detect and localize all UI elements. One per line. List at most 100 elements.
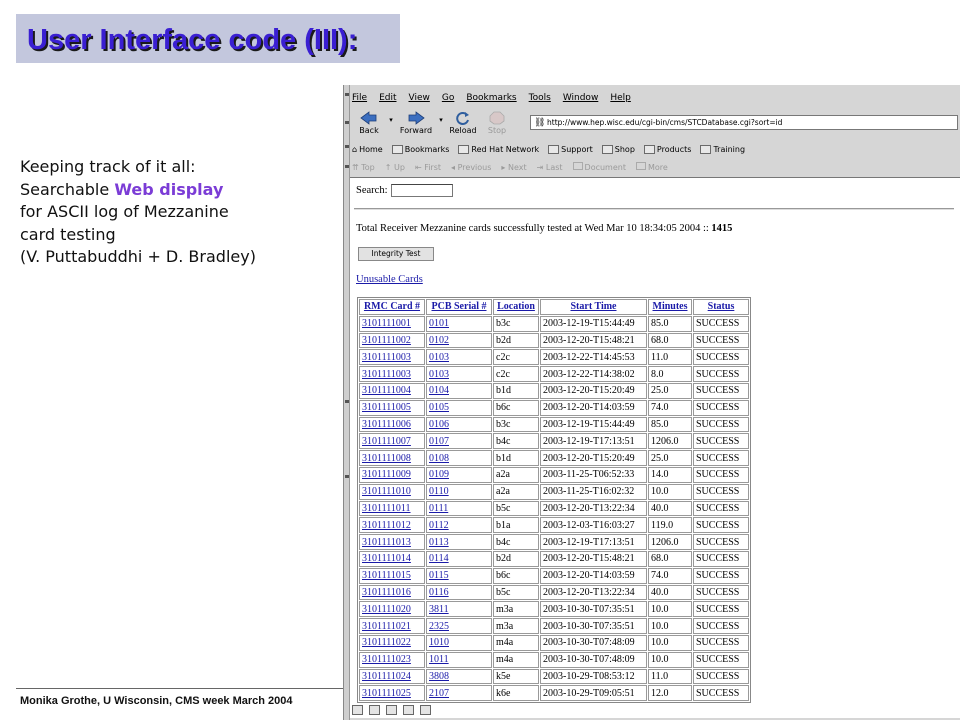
bookmark-products[interactable]: Products	[643, 144, 691, 154]
cell-rmc-card[interactable]: 3101111006	[359, 416, 425, 433]
bookmark-shop[interactable]: Shop	[601, 144, 635, 154]
header-rmc-card[interactable]: RMC Card #	[359, 299, 425, 315]
cell-rmc-card[interactable]: 3101111001	[359, 315, 425, 332]
cell-pcb-serial[interactable]: 0114	[426, 550, 492, 567]
cell-rmc-card[interactable]: 3101111003	[359, 366, 425, 382]
url-bar[interactable]: ⛓ http://www.hep.wisc.edu/cgi-bin/cms/ST…	[530, 115, 958, 130]
bookmark-support[interactable]: Support	[548, 144, 593, 154]
menu-edit[interactable]: Edit	[379, 93, 396, 103]
cell-start-time: 2003-10-29-T09:05:51	[540, 685, 647, 702]
cell-rmc-card[interactable]: 3101111005	[359, 399, 425, 416]
cell-rmc-card[interactable]: 3101111016	[359, 584, 425, 601]
unusable-cards-link[interactable]: Unusable Cards	[356, 274, 423, 285]
header-pcb-serial[interactable]: PCB Serial #	[426, 299, 492, 315]
back-dropdown-icon[interactable]: ▾	[386, 116, 396, 124]
bookmark-red-hat-network[interactable]: Red Hat Network	[458, 144, 539, 154]
cell-pcb-serial[interactable]: 1010	[426, 634, 492, 651]
cell-rmc-card[interactable]: 3101111008	[359, 450, 425, 466]
header-status[interactable]: Status	[693, 299, 749, 315]
cell-rmc-card[interactable]: 3101111004	[359, 382, 425, 399]
menu-tools[interactable]: Tools	[529, 93, 551, 103]
search-input[interactable]	[390, 184, 453, 197]
cell-pcb-serial[interactable]: 2325	[426, 618, 492, 634]
description-line-3: for ASCII log of Mezzanine	[20, 202, 229, 221]
cell-rmc-card[interactable]: 3101111007	[359, 433, 425, 450]
cell-pcb-serial[interactable]: 0108	[426, 450, 492, 466]
menu-view[interactable]: View	[409, 93, 430, 103]
cell-rmc-card[interactable]: 3101111022	[359, 634, 425, 651]
site-navigation-bar: ⇈ Top ↑ Up ⇤ First ◂ Previous ▸ Next ⇥ L…	[352, 160, 668, 174]
header-location[interactable]: Location	[493, 299, 539, 315]
irc-icon[interactable]	[420, 705, 431, 715]
menu-file[interactable]: File	[352, 93, 367, 103]
cell-rmc-card[interactable]: 3101111010	[359, 483, 425, 500]
sitenav-first[interactable]: ⇤ First	[415, 163, 441, 172]
cell-status: SUCCESS	[693, 651, 749, 668]
sitenav-top[interactable]: ⇈ Top	[352, 163, 375, 172]
sitenav-next[interactable]: ▸ Next	[501, 163, 526, 172]
sitenav-document[interactable]: Document	[572, 162, 626, 172]
header-minutes[interactable]: Minutes	[648, 299, 692, 315]
cell-rmc-card[interactable]: 3101111013	[359, 534, 425, 550]
cell-rmc-card[interactable]: 3101111014	[359, 550, 425, 567]
address-book-icon[interactable]	[403, 705, 414, 715]
cell-pcb-serial[interactable]: 0106	[426, 416, 492, 433]
header-start-time[interactable]: Start Time	[540, 299, 647, 315]
stop-icon	[488, 111, 506, 125]
cell-pcb-serial[interactable]: 1011	[426, 651, 492, 668]
cell-rmc-card[interactable]: 3101111023	[359, 651, 425, 668]
cell-pcb-serial[interactable]: 0104	[426, 382, 492, 399]
cell-rmc-card[interactable]: 3101111009	[359, 466, 425, 483]
sitenav-previous[interactable]: ◂ Previous	[451, 163, 491, 172]
composer-icon[interactable]	[386, 705, 397, 715]
cell-pcb-serial[interactable]: 0111	[426, 500, 492, 517]
cell-pcb-serial[interactable]: 0103	[426, 349, 492, 366]
cell-rmc-card[interactable]: 3101111002	[359, 332, 425, 349]
menu-help[interactable]: Help	[610, 93, 631, 103]
cell-pcb-serial[interactable]: 0113	[426, 534, 492, 550]
cell-rmc-card[interactable]: 3101111020	[359, 601, 425, 618]
bookmark-bookmarks[interactable]: Bookmarks	[391, 144, 449, 154]
cell-rmc-card[interactable]: 3101111015	[359, 567, 425, 584]
stop-button[interactable]: Stop	[480, 111, 514, 135]
folder-icon	[548, 144, 560, 154]
cell-pcb-serial[interactable]: 0101	[426, 315, 492, 332]
summary-count: 1415	[711, 223, 733, 234]
integrity-test-button[interactable]: Integrity Test	[358, 247, 434, 261]
cell-pcb-serial[interactable]: 0116	[426, 584, 492, 601]
cell-rmc-card[interactable]: 3101111003	[359, 349, 425, 366]
sitenav-last[interactable]: ⇥ Last	[537, 163, 563, 172]
cell-pcb-serial[interactable]: 0109	[426, 466, 492, 483]
cell-rmc-card[interactable]: 3101111012	[359, 517, 425, 534]
cell-pcb-serial[interactable]: 2107	[426, 685, 492, 702]
bookmark-home[interactable]: ⌂ Home	[352, 145, 383, 154]
menu-go[interactable]: Go	[442, 93, 454, 103]
cell-status: SUCCESS	[693, 315, 749, 332]
navigator-icon[interactable]	[352, 705, 363, 715]
cell-pcb-serial[interactable]: 0102	[426, 332, 492, 349]
cell-pcb-serial[interactable]: 0103	[426, 366, 492, 382]
menu-window[interactable]: Window	[563, 93, 599, 103]
cell-pcb-serial[interactable]: 0107	[426, 433, 492, 450]
cell-start-time: 2003-12-20-T15:48:21	[540, 332, 647, 349]
back-button[interactable]: Back	[352, 111, 386, 135]
forward-button[interactable]: Forward	[396, 111, 436, 135]
reload-button[interactable]: Reload	[446, 111, 480, 135]
sitenav-up[interactable]: ↑ Up	[385, 163, 405, 172]
forward-dropdown-icon[interactable]: ▾	[436, 116, 446, 124]
cell-rmc-card[interactable]: 3101111024	[359, 668, 425, 685]
menu-bookmarks[interactable]: Bookmarks	[466, 93, 516, 103]
cell-pcb-serial[interactable]: 3808	[426, 668, 492, 685]
cell-pcb-serial[interactable]: 3811	[426, 601, 492, 618]
bookmark-training[interactable]: Training	[700, 144, 745, 154]
folder-icon	[458, 144, 470, 154]
mail-icon[interactable]	[369, 705, 380, 715]
cell-pcb-serial[interactable]: 0110	[426, 483, 492, 500]
cell-rmc-card[interactable]: 3101111021	[359, 618, 425, 634]
cell-pcb-serial[interactable]: 0115	[426, 567, 492, 584]
cell-rmc-card[interactable]: 3101111011	[359, 500, 425, 517]
cell-pcb-serial[interactable]: 0112	[426, 517, 492, 534]
sitenav-more[interactable]: More	[635, 162, 668, 172]
cell-pcb-serial[interactable]: 0105	[426, 399, 492, 416]
cell-rmc-card[interactable]: 3101111025	[359, 685, 425, 702]
